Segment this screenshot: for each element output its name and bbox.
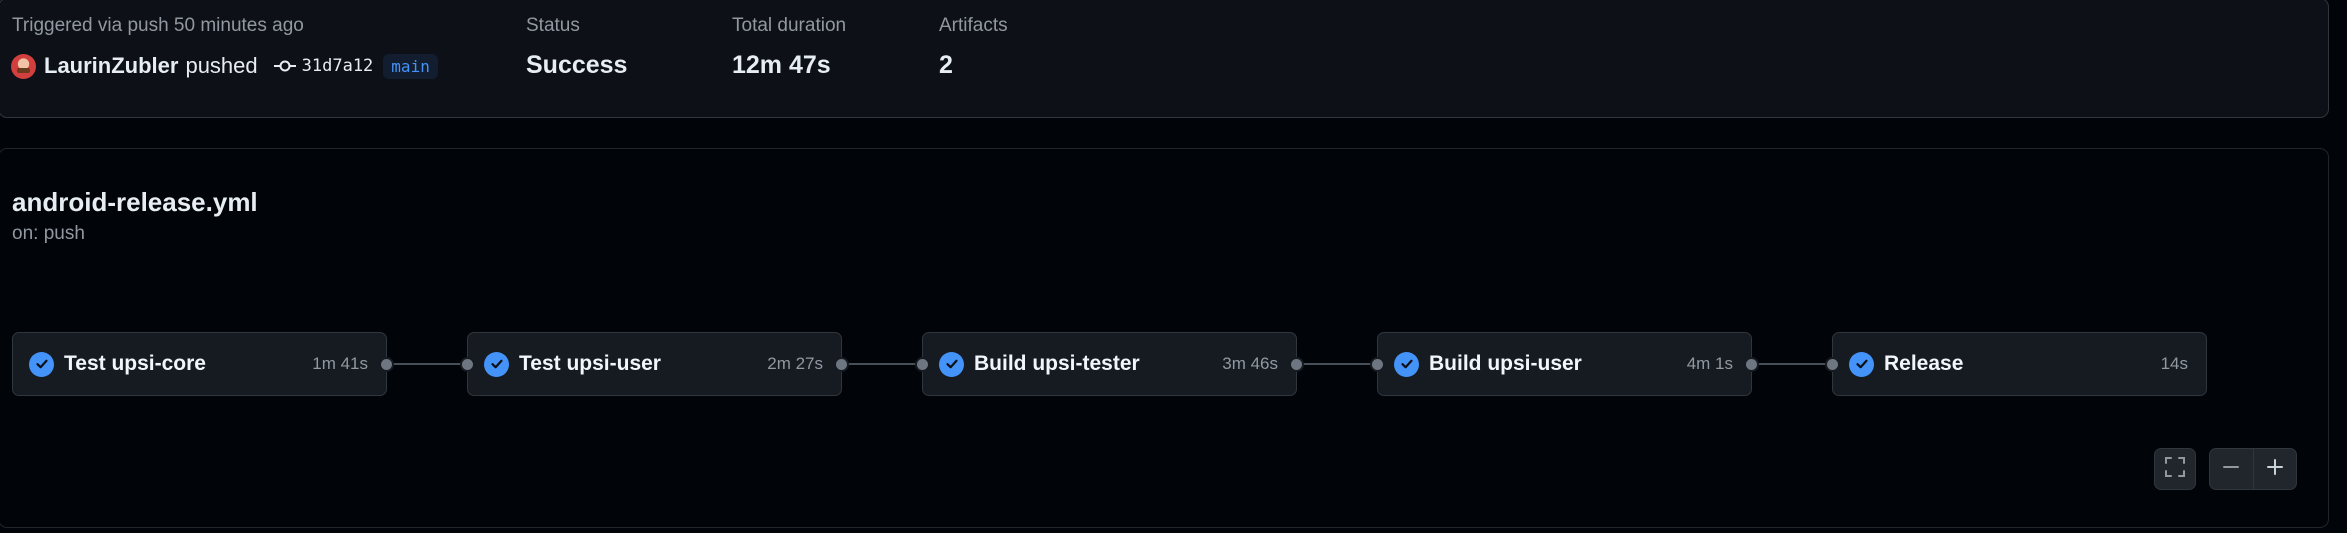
minus-icon [2222,458,2240,481]
fullscreen-icon [2164,456,2186,483]
status-label: Status [526,15,580,36]
job-connector [1297,363,1377,365]
check-circle-icon [1394,351,1419,377]
workflow-trigger: on: push [12,223,85,244]
job-duration: 2m 27s [767,354,823,373]
avatar[interactable] [11,53,36,79]
trigger-column: Triggered via push 50 minutes ago [12,15,304,37]
job-card[interactable]: Test upsi-core 1m 41s [12,332,394,396]
duration-label: Total duration [732,15,847,36]
job-connector [842,363,922,365]
input-port [460,357,475,372]
artifacts-count-link[interactable]: 2 [939,51,953,80]
artifacts-column: Artifacts 2 [939,15,1008,79]
workflow-file-name: android-release.yml [12,187,258,217]
branch-badge[interactable]: main [383,53,438,79]
status-column: Status Success [526,15,627,79]
job-name: Release [1884,352,1964,375]
trigger-label: Triggered via push 50 minutes ago [12,15,304,36]
job-name: Test upsi-user [519,352,661,375]
duration-value: 12m 47s [732,51,831,79]
job-connector [387,363,467,365]
trigger-details: LaurinZubler pushed 31d7a12 main [11,53,438,79]
job-name: Build upsi-user [1429,352,1582,375]
job-card[interactable]: Test upsi-user 2m 27s [460,332,849,396]
input-port [1370,357,1385,372]
job-name: Build upsi-tester [974,352,1140,375]
git-commit-icon [273,59,296,73]
status-value: Success [526,51,628,79]
input-port [915,357,930,372]
check-circle-icon [29,351,54,377]
plus-icon [2266,458,2284,481]
fullscreen-button[interactable] [2154,448,2196,490]
action-text: pushed [185,53,258,78]
check-circle-icon [939,351,964,377]
job-duration: 3m 46s [1222,354,1278,373]
job-card[interactable]: Build upsi-user 4m 1s [1370,332,1759,396]
commit-sha-link[interactable]: 31d7a12 [302,56,374,76]
job-connector [1752,363,1832,365]
actor-link[interactable]: LaurinZubler [44,53,178,79]
zoom-controls [2209,448,2297,490]
output-port [1744,357,1759,372]
zoom-out-button[interactable] [2210,449,2253,489]
output-port [379,357,394,372]
workflow-graph: android-release.yml on: push Test upsi-c… [0,148,2329,528]
duration-column: Total duration 12m 47s [732,15,847,79]
job-duration: 1m 41s [312,354,368,373]
input-port [1825,357,1840,372]
job-name: Test upsi-core [64,352,206,375]
job-duration: 14s [2160,354,2188,373]
output-port [834,357,849,372]
artifacts-label: Artifacts [939,15,1008,36]
check-circle-icon [484,351,509,377]
job-card[interactable]: Release 14s [1825,332,2207,396]
job-card[interactable]: Build upsi-tester 3m 46s [915,332,1304,396]
zoom-in-button[interactable] [2252,449,2297,489]
job-duration: 4m 1s [1686,354,1733,373]
check-circle-icon [1849,351,1874,377]
output-port [1289,357,1304,372]
run-summary: Triggered via push 50 minutes ago Laurin… [0,0,2329,118]
